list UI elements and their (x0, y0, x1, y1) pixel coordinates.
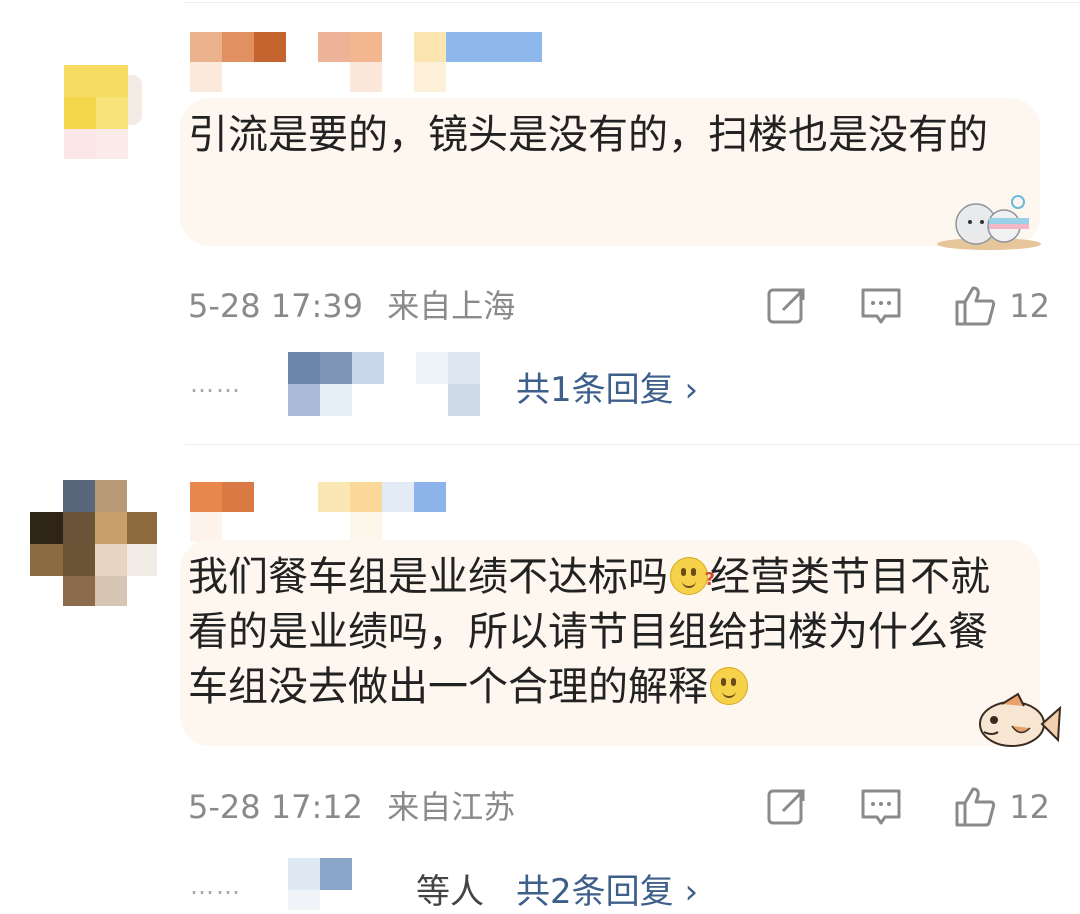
comment-actions: 12 (765, 785, 1050, 829)
ellipsis-icon: …… (190, 370, 242, 398)
sticker-icon (934, 192, 1044, 252)
reply-summary[interactable]: …… 等人 共2条回复 › (190, 854, 890, 914)
comment-meta: 5-28 17:12 来自江苏 (188, 787, 515, 827)
share-icon[interactable] (765, 284, 809, 328)
comment-item: 我们餐车组是业绩不达标吗? 经营类节目不就看的是业绩吗，所以请节目组给扫楼为什么餐… (0, 444, 1080, 912)
username-blurred[interactable] (190, 482, 570, 542)
comment-text: 引流是要的，镜头是没有的，扫楼也是没有的 (188, 112, 988, 158)
thumbs-up-icon[interactable] (953, 284, 997, 328)
username-blurred[interactable] (190, 32, 570, 92)
ellipsis-icon: …… (190, 872, 242, 900)
avatar[interactable] (30, 30, 160, 160)
reply-count-link[interactable]: 共2条回复 › (516, 864, 698, 913)
comment-time: 5-28 17:12 (188, 788, 364, 826)
comment-actions: 12 (765, 284, 1050, 328)
thumbs-up-icon[interactable] (953, 785, 997, 829)
reply-users-suffix: 等人 (416, 872, 484, 912)
comment-bubble[interactable]: 我们餐车组是业绩不达标吗? 经营类节目不就看的是业绩吗，所以请节目组给扫楼为什么餐… (180, 540, 1062, 747)
avatar[interactable] (30, 480, 160, 610)
reply-count-link[interactable]: 共1条回复 › (516, 362, 698, 411)
comment-location: 来自江苏 (387, 788, 516, 826)
comment-icon[interactable] (859, 284, 903, 328)
comment-meta: 5-28 17:39 来自上海 (188, 286, 515, 326)
confused-emoji-icon: ? (670, 557, 715, 595)
like-count: 12 (1009, 788, 1050, 826)
smile-emoji-icon (710, 667, 748, 705)
comment-icon[interactable] (859, 785, 903, 829)
comment-item: 引流是要的，镜头是没有的，扫楼也是没有的 5-28 17:39 来自上海 12 … (0, 0, 1080, 440)
reply-summary[interactable]: …… 共1条回复 › (190, 352, 890, 416)
fish-sticker-icon (972, 692, 1062, 756)
comment-bubble[interactable]: 引流是要的，镜头是没有的，扫楼也是没有的 (180, 98, 1041, 250)
comment-location: 来自上海 (387, 287, 516, 325)
comment-time: 5-28 17:39 (188, 287, 364, 325)
share-icon[interactable] (765, 785, 809, 829)
comment-text: 我们餐车组是业绩不达标吗? 经营类节目不就看的是业绩吗，所以请节目组给扫楼为什么餐… (188, 554, 990, 710)
like-count: 12 (1009, 287, 1050, 325)
